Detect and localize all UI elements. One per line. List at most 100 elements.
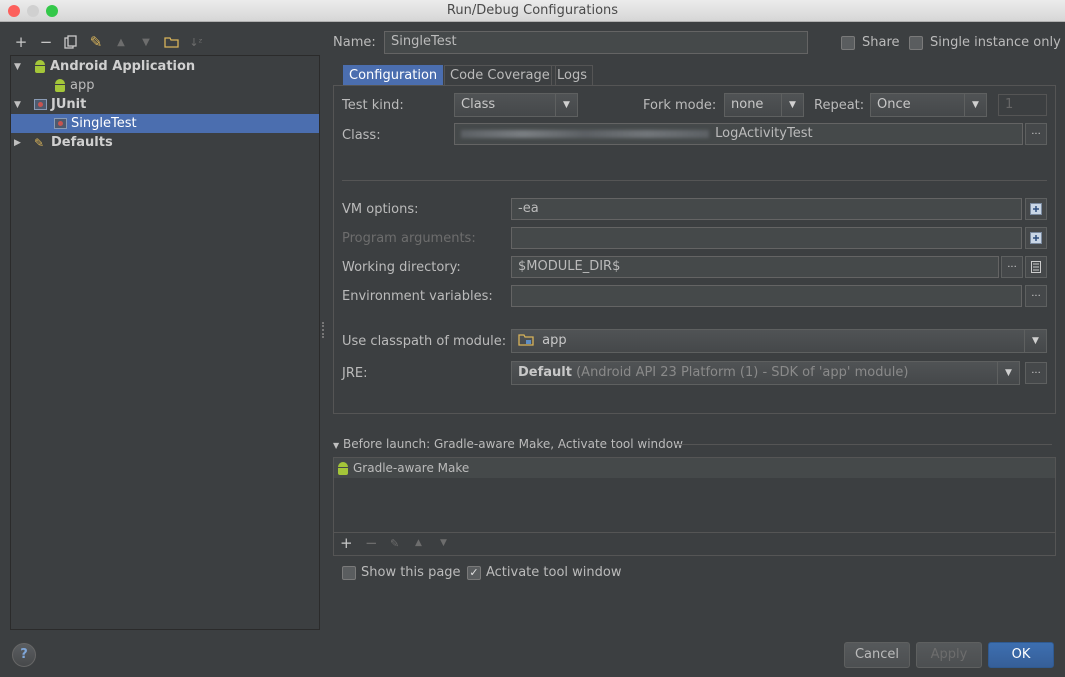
move-up-icon[interactable]: ▲ xyxy=(112,33,130,51)
repeat-value: Once xyxy=(877,97,911,112)
class-label: Class: xyxy=(342,128,381,143)
single-instance-label: Single instance only xyxy=(930,35,1061,50)
wrench-icon: ✎ xyxy=(34,135,45,150)
android-icon xyxy=(337,461,349,475)
tab-configuration[interactable]: Configuration xyxy=(343,65,444,86)
tree-item-android-application[interactable]: ▼ Android Application xyxy=(11,57,319,76)
chevron-down-icon: ▼ xyxy=(997,362,1019,384)
vm-options-input[interactable]: -ea xyxy=(511,198,1022,220)
environment-variables-input[interactable] xyxy=(511,285,1022,307)
jre-value: Default xyxy=(518,365,572,380)
junit-test-icon xyxy=(54,118,67,129)
test-kind-select[interactable]: Class ▼ xyxy=(454,93,578,117)
show-this-page-label: Show this page xyxy=(361,565,461,580)
class-input[interactable]: LogActivityTest xyxy=(454,123,1023,145)
window-title: Run/Debug Configurations xyxy=(446,3,619,18)
share-checkbox[interactable] xyxy=(841,36,855,50)
browse-jre-button[interactable]: ··· xyxy=(1025,362,1047,384)
jre-label: JRE: xyxy=(342,366,368,381)
activate-tool-window-label: Activate tool window xyxy=(486,565,622,580)
remove-icon[interactable]: − xyxy=(37,33,55,51)
document-icon xyxy=(1031,261,1041,273)
configuration-tree: ▼ Android Application app ▼ JUnit Single… xyxy=(10,55,320,630)
chevron-down-icon: ▼ xyxy=(1024,330,1046,352)
move-task-down-icon[interactable]: ▼ xyxy=(440,538,447,548)
expanded-arrow-icon[interactable]: ▼ xyxy=(14,100,24,110)
expand-icon xyxy=(1030,232,1042,244)
junit-icon xyxy=(34,99,47,110)
browse-class-button[interactable]: ··· xyxy=(1025,123,1047,145)
wrench-icon[interactable]: ✎ xyxy=(87,33,105,51)
environment-variables-label: Environment variables: xyxy=(342,289,493,304)
class-value: LogActivityTest xyxy=(715,126,813,141)
tab-logs[interactable]: Logs xyxy=(551,65,593,86)
program-arguments-label: Program arguments: xyxy=(342,231,476,246)
name-label: Name: xyxy=(333,35,376,50)
before-launch-list: Gradle-aware Make + − ✎ ▲ ▼ xyxy=(333,457,1056,556)
collapsed-arrow-icon[interactable]: ▶ xyxy=(14,138,24,148)
add-icon[interactable]: + xyxy=(12,33,30,51)
test-kind-label: Test kind: xyxy=(342,98,404,113)
repeat-count-input[interactable]: 1 xyxy=(998,94,1047,116)
divider xyxy=(334,532,1055,533)
tree-item-label: Defaults xyxy=(51,135,113,150)
classpath-module-label: Use classpath of module: xyxy=(342,334,507,349)
folder-icon[interactable] xyxy=(162,33,180,51)
classpath-module-select[interactable]: app ▼ xyxy=(511,329,1047,353)
jre-select[interactable]: Default (Android API 23 Platform (1) - S… xyxy=(511,361,1020,385)
edit-task-icon[interactable]: ✎ xyxy=(390,537,399,550)
move-task-up-icon[interactable]: ▲ xyxy=(415,538,422,548)
before-launch-item-label: Gradle-aware Make xyxy=(353,461,470,475)
add-task-icon[interactable]: + xyxy=(340,534,353,552)
show-this-page-checkbox[interactable] xyxy=(342,566,356,580)
repeat-select[interactable]: Once ▼ xyxy=(870,93,987,117)
before-launch-header[interactable]: ▼ Before launch: Gradle-aware Make, Acti… xyxy=(333,437,683,451)
tree-item-label: app xyxy=(70,78,95,93)
tree-item-singletest[interactable]: SingleTest xyxy=(11,114,319,133)
expand-icon xyxy=(1030,203,1042,215)
divider xyxy=(676,444,1052,445)
before-launch-item[interactable]: Gradle-aware Make xyxy=(334,458,1055,478)
tree-item-app[interactable]: app xyxy=(11,76,319,95)
splitter-handle[interactable] xyxy=(322,322,326,338)
browse-working-directory-button[interactable]: ··· xyxy=(1001,256,1023,278)
working-directory-input[interactable]: $MODULE_DIR$ xyxy=(511,256,999,278)
edit-environment-variables-button[interactable]: ··· xyxy=(1025,285,1047,307)
program-arguments-input[interactable] xyxy=(511,227,1022,249)
move-down-icon[interactable]: ▼ xyxy=(137,33,155,51)
android-icon xyxy=(34,60,46,73)
tree-item-label: Android Application xyxy=(50,59,196,74)
working-directory-label: Working directory: xyxy=(342,260,461,275)
tree-item-label: SingleTest xyxy=(71,116,137,131)
activate-tool-window-checkbox[interactable]: ✓ xyxy=(467,566,481,580)
name-input[interactable]: SingleTest xyxy=(384,31,808,54)
sort-icon[interactable]: ↓ᶻ xyxy=(187,33,205,51)
vm-options-label: VM options: xyxy=(342,202,419,217)
apply-button[interactable]: Apply xyxy=(916,642,982,668)
remove-task-icon[interactable]: − xyxy=(365,534,378,552)
insert-macro-button[interactable] xyxy=(1025,256,1047,278)
jre-detail: (Android API 23 Platform (1) - SDK of 'a… xyxy=(571,365,909,380)
help-button[interactable]: ? xyxy=(12,643,36,667)
chevron-down-icon: ▼ xyxy=(555,94,577,116)
single-instance-checkbox[interactable] xyxy=(909,36,923,50)
module-folder-icon xyxy=(518,334,534,346)
repeat-label: Repeat: xyxy=(814,98,865,113)
tree-item-defaults[interactable]: ▶ ✎ Defaults xyxy=(11,133,319,152)
ok-button[interactable]: OK xyxy=(988,642,1054,668)
test-kind-value: Class xyxy=(461,97,496,112)
classpath-module-value: app xyxy=(542,333,567,348)
chevron-down-icon: ▼ xyxy=(781,94,803,116)
expand-vm-options-button[interactable] xyxy=(1025,198,1047,220)
tab-code-coverage[interactable]: Code Coverage xyxy=(444,65,556,86)
title-bar: Run/Debug Configurations xyxy=(0,0,1065,22)
fork-mode-select[interactable]: none ▼ xyxy=(724,93,804,117)
tree-item-junit[interactable]: ▼ JUnit xyxy=(11,95,319,114)
expanded-arrow-icon[interactable]: ▼ xyxy=(14,62,24,72)
fork-mode-value: none xyxy=(731,97,764,112)
expanded-arrow-icon: ▼ xyxy=(333,441,340,450)
fork-mode-label: Fork mode: xyxy=(643,98,717,113)
copy-icon[interactable] xyxy=(62,33,80,51)
expand-program-arguments-button[interactable] xyxy=(1025,227,1047,249)
cancel-button[interactable]: Cancel xyxy=(844,642,910,668)
